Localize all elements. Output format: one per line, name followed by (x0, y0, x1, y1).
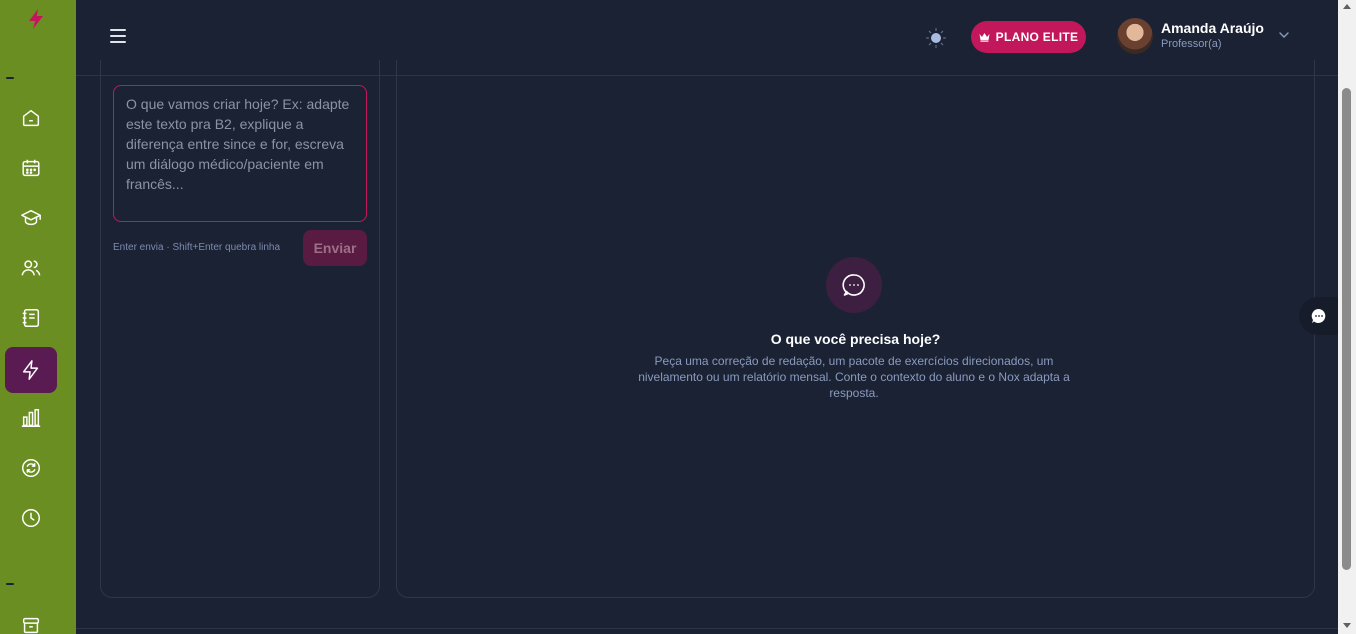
crown-icon (979, 33, 990, 42)
calendar-icon (22, 159, 40, 177)
conversation-panel (396, 60, 1315, 598)
chat-icon (1311, 308, 1326, 323)
sidebar-item-notebook[interactable] (5, 295, 57, 341)
empty-state-icon-circle (826, 257, 882, 313)
user-role: Professor(a) (1161, 38, 1222, 50)
prompt-input[interactable] (126, 94, 354, 213)
sidebar-item-classes[interactable] (5, 195, 57, 241)
plan-elite-button[interactable]: PLANO ELITE (971, 21, 1086, 53)
scroll-down-arrow-icon[interactable] (1343, 623, 1351, 628)
theme-toggle-sun-icon[interactable] (924, 26, 948, 50)
lightning-logo-icon[interactable] (26, 8, 46, 30)
rail-divider (6, 77, 14, 79)
sidebar-item-home[interactable] (5, 95, 57, 141)
scrollbar-thumb[interactable] (1342, 88, 1351, 570)
send-button[interactable]: Enviar (303, 230, 367, 266)
sidebar-rail (0, 0, 76, 634)
refresh-icon (22, 459, 40, 477)
sidebar-item-students[interactable] (5, 245, 57, 291)
prompt-input-box[interactable] (113, 85, 367, 222)
sidebar-item-reports[interactable] (5, 395, 57, 441)
menu-toggle-icon[interactable] (110, 29, 126, 43)
sidebar-item-ai-assistant[interactable] (5, 347, 57, 393)
chevron-down-icon[interactable] (1278, 30, 1290, 40)
notebook-icon (22, 309, 40, 327)
sidebar-item-calendar[interactable] (5, 145, 57, 191)
bar-chart-icon (21, 409, 41, 427)
scroll-up-arrow-icon[interactable] (1343, 4, 1351, 9)
users-icon (21, 260, 41, 276)
avatar[interactable] (1117, 18, 1153, 54)
chat-bubble-icon (842, 274, 865, 296)
rail-divider (6, 583, 14, 585)
page-scrollbar[interactable] (1338, 0, 1356, 634)
plan-label: PLANO ELITE (995, 30, 1079, 44)
clock-icon (22, 509, 40, 527)
archive-icon (22, 617, 40, 634)
sidebar-item-sync[interactable] (5, 445, 57, 491)
empty-state-description: Peça uma correção de redação, um pacote … (638, 354, 1070, 400)
lightning-icon (22, 360, 39, 380)
keyboard-hint: Enter envia · Shift+Enter quebra linha (113, 242, 281, 253)
support-chat-button[interactable] (1299, 297, 1339, 335)
sidebar-item-history[interactable] (5, 495, 57, 541)
user-name[interactable]: Amanda Araújo (1161, 20, 1264, 36)
sidebar-item-archive[interactable] (5, 602, 57, 634)
empty-state-title: O que você precisa hoje? (770, 331, 941, 347)
footer-divider (76, 628, 1338, 629)
home-icon (22, 109, 40, 127)
graduation-cap-icon (21, 209, 41, 226)
